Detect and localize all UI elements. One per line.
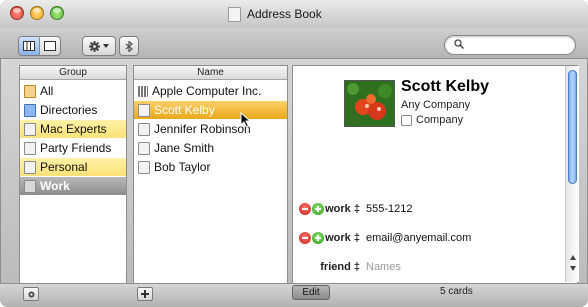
phone-field: work ‡ 555-1212 [300,201,413,217]
gear-icon [89,40,100,52]
group-item-directories[interactable]: Directories [20,101,126,119]
scroll-thumb[interactable] [568,70,577,184]
group-icon [24,160,36,174]
email-field: work ‡ email@anyemail.com [300,230,471,246]
title-bar[interactable]: Address Book [0,0,588,28]
person-card-icon [138,103,150,117]
group-item-work[interactable]: Work [20,177,126,195]
company-checkbox-row[interactable]: Company [401,114,463,126]
group-label: Personal [40,160,88,174]
action-menu-button[interactable] [82,36,116,56]
scroll-down-arrow-icon[interactable] [570,266,576,271]
contact-company: Any Company [401,99,471,111]
person-card-icon [138,122,150,136]
field-value[interactable]: Names [366,261,401,273]
address-book-window: Address Book Group All Directories Mac E… [0,0,588,307]
field-value[interactable]: email@anyemail.com [366,232,471,244]
search-icon [454,39,464,49]
scroll-up-arrow-icon[interactable] [570,255,576,260]
plus-icon [141,290,149,298]
view-segmented-control [18,36,61,56]
photo-image [345,81,394,126]
company-icon [138,85,148,97]
minimize-button[interactable] [30,6,44,20]
name-label: Jennifer Robinson [154,122,251,136]
group-item-all[interactable]: All [20,82,126,100]
card-scrollbar[interactable] [565,66,579,282]
group-label: All [40,84,54,98]
related-name-field: friend ‡ Names [300,259,401,275]
close-button[interactable] [10,6,24,20]
name-label: Jane Smith [154,141,215,155]
field-value[interactable]: 555-1212 [366,203,413,215]
mouse-pointer-icon [240,112,251,128]
name-label: Bob Taylor [154,160,211,174]
name-label: Scott Kelby [154,103,215,117]
zoom-button[interactable] [50,6,64,20]
group-label: Directories [40,103,98,117]
person-card-icon [138,160,150,174]
group-icon [24,179,36,193]
address-book-icon [24,84,36,98]
group-label: Work [40,179,70,193]
window-title-text: Address Book [247,7,322,21]
edit-button[interactable]: Edit [292,285,330,300]
company-checkbox[interactable] [401,114,412,126]
company-checkbox-label: Company [416,114,464,126]
gear-icon [28,291,34,297]
split-view-button[interactable] [19,37,39,55]
card-pane [292,65,578,284]
card-count: 5 cards [440,286,473,297]
person-card-icon [138,141,150,155]
document-icon [228,6,241,22]
group-column-header[interactable]: Group [20,66,126,80]
group-item-party-friends[interactable]: Party Friends [20,139,126,157]
bluetooth-icon [125,40,133,52]
add-contact-button[interactable] [137,287,153,301]
group-icon [24,122,36,136]
group-pane: Group All Directories Mac Experts Party … [19,65,127,284]
directory-icon [24,103,36,117]
group-item-personal[interactable]: Personal [20,158,126,176]
field-label[interactable]: friend ‡ [300,261,360,273]
search-input[interactable] [469,37,569,54]
group-icon [24,141,36,155]
search-field[interactable] [444,35,576,55]
window-title: Address Book [228,6,322,22]
name-item-selected[interactable]: Scott Kelby [134,101,287,119]
split-view-icon [23,41,35,51]
group-label: Mac Experts [40,122,107,136]
chevron-down-icon [103,44,109,48]
contact-photo[interactable] [344,80,395,127]
card-view-button[interactable] [39,37,60,55]
group-label: Party Friends [40,141,112,155]
group-item-mac-experts[interactable]: Mac Experts [20,120,126,138]
add-group-button[interactable] [23,287,39,301]
name-column-header[interactable]: Name [134,66,287,80]
name-item[interactable]: Jane Smith [134,139,287,157]
name-item[interactable]: Jennifer Robinson [134,120,287,138]
bluetooth-button[interactable] [119,36,139,56]
contact-name: Scott Kelby [401,78,490,95]
name-label: Apple Computer Inc. [152,84,262,98]
name-item[interactable]: Bob Taylor [134,158,287,176]
field-label[interactable]: work ‡ [300,203,360,215]
card-view-icon [44,41,56,51]
name-item[interactable]: Apple Computer Inc. [134,82,287,100]
name-pane: Name Apple Computer Inc. Scott Kelby Jen… [133,65,288,284]
field-label[interactable]: work ‡ [300,232,360,244]
